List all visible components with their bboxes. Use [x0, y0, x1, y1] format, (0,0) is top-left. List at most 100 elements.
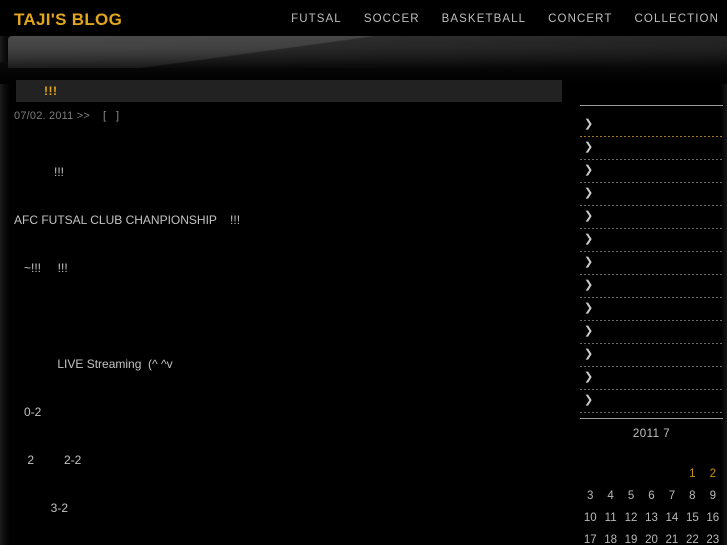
chevron-right-icon: ❯ [584, 210, 594, 222]
calendar-day [641, 467, 661, 482]
sidebar-item[interactable]: ❯ [580, 164, 723, 178]
post-body: !!! AFC FUTSAL CLUB CHANPIONSHIP !!! ~!!… [0, 122, 566, 545]
calendar-day: 4 [607, 490, 614, 502]
calendar-day-linked[interactable]: 1 [682, 467, 702, 482]
sidebar-item[interactable]: ❯ [580, 279, 723, 293]
sidebar-item[interactable]: ❯ [580, 302, 723, 316]
sidebar-item[interactable]: ❯ [580, 233, 723, 247]
sidebar-separator [580, 251, 723, 252]
calendar-day [580, 467, 600, 482]
post-body-line: 3-2 [14, 501, 69, 515]
calendar-weekday [580, 450, 600, 463]
sidebar-separator [580, 136, 723, 137]
post-body-line: LIVE Streaming (^ ^v [14, 357, 173, 371]
sidebar-item[interactable]: ❯ [580, 256, 723, 270]
chevron-right-icon: ❯ [584, 141, 594, 153]
calendar-day: 23 [706, 534, 720, 545]
nav-item-collection[interactable]: COLLECTION [635, 13, 720, 25]
calendar-day-linked[interactable]: 2 [703, 467, 723, 482]
sidebar-item[interactable]: ❯ [580, 394, 723, 408]
calendar-weekday [682, 450, 702, 463]
calendar-day: 7 [668, 490, 676, 502]
calendar-day [621, 467, 641, 482]
nav-item-soccer[interactable]: SOCCER [364, 13, 420, 25]
chevron-right-icon: ❯ [584, 325, 594, 337]
chevron-right-icon: ❯ [584, 371, 594, 383]
chevron-right-icon: ❯ [584, 187, 594, 199]
calendar-grid: 1 2 3 4 5 6 7 8 9 10 11 12 13 14 15 16 1… [580, 463, 723, 545]
post-meta: 07/02. 2011 >> [ ] [0, 102, 566, 122]
sidebar-item[interactable]: ❯ [580, 210, 723, 224]
calendar-day: 15 [685, 512, 699, 524]
chevron-right-icon: ❯ [584, 233, 594, 245]
calendar-weekday [662, 450, 682, 463]
sidebar-separator [580, 228, 723, 229]
sidebar-separator [580, 389, 723, 390]
sidebar-item[interactable]: ❯ [580, 187, 723, 201]
calendar-day: 17 [583, 534, 597, 545]
sidebar-item[interactable]: ❯ [580, 371, 723, 385]
calendar-day: 5 [627, 490, 635, 502]
calendar-weekday [600, 450, 620, 463]
sidebar-separator [580, 343, 723, 344]
calendar-weekday [703, 450, 723, 463]
post-title-bar[interactable]: !!! [16, 80, 562, 102]
calendar-day: 8 [689, 490, 696, 502]
chevron-right-icon: ❯ [584, 118, 594, 130]
post-title[interactable]: !!! [44, 84, 58, 98]
calendar-day [600, 467, 620, 482]
sidebar-separator [580, 320, 723, 321]
calendar-day: 20 [645, 534, 658, 545]
calendar-day: 6 [648, 490, 655, 502]
chevron-right-icon: ❯ [584, 164, 594, 176]
post-body-line [14, 308, 566, 324]
site-logo[interactable]: TAJI'S BLOG [14, 10, 122, 30]
calendar-day [662, 467, 682, 482]
calendar-weekday [621, 450, 641, 463]
sidebar-separator [580, 182, 723, 183]
calendar-day: 22 [685, 534, 699, 545]
calendar-day: 19 [624, 534, 638, 545]
post-body-line: 2 2-2 [14, 453, 82, 467]
chevron-right-icon: ❯ [584, 348, 594, 360]
sidebar-separator [580, 159, 723, 160]
sidebar-item[interactable]: ❯ [580, 141, 723, 155]
calendar-day: 14 [665, 512, 679, 524]
calendar-day: 10 [583, 512, 597, 524]
nav-item-basketball[interactable]: BASKETBALL [442, 13, 527, 25]
calendar-day: 11 [604, 512, 617, 524]
sidebar-top-rule [580, 105, 723, 106]
post-body-line: !!! [14, 165, 65, 179]
calendar-weekday-header [580, 440, 723, 463]
site-header: TAJI'S BLOG FUTSAL SOCCER BASKETBALL CON… [0, 0, 727, 36]
calendar-weekday [641, 450, 661, 463]
header-banner-image [8, 36, 727, 68]
calendar-day: 21 [665, 534, 679, 545]
chevron-right-icon: ❯ [584, 394, 594, 406]
post-body-line: AFC FUTSAL CLUB CHANPIONSHIP !!! [14, 213, 241, 227]
calendar-day: 3 [587, 490, 594, 502]
post-category-tag[interactable]: [ ] [103, 110, 119, 122]
sidebar-item[interactable]: ❯ [580, 325, 723, 339]
sidebar-separator [580, 412, 723, 413]
main-navigation: FUTSAL SOCCER BASKETBALL CONCERT COLLECT… [291, 13, 719, 25]
post-entry: !!! 07/02. 2011 >> [ ] !!! AFC FUTSAL CL… [0, 80, 566, 545]
post-date[interactable]: 07/02. 2011 >> [14, 110, 90, 122]
nav-item-futsal[interactable]: FUTSAL [291, 13, 342, 25]
calendar-day: 16 [706, 512, 720, 524]
sidebar-separator [580, 297, 723, 298]
calendar-day: 13 [645, 512, 658, 524]
sidebar-separator [580, 205, 723, 206]
calendar-day: 12 [624, 512, 638, 524]
calendar-widget: 2011 7 1 2 3 4 5 6 7 8 9 10 11 12 13 14 … [580, 418, 723, 545]
chevron-right-icon: ❯ [584, 256, 594, 268]
calendar-day: 18 [604, 534, 618, 545]
calendar-title: 2011 7 [632, 428, 671, 440]
calendar-day: 9 [709, 490, 716, 502]
chevron-right-icon: ❯ [584, 302, 594, 314]
sidebar-separator [580, 274, 723, 275]
nav-item-concert[interactable]: CONCERT [548, 13, 612, 25]
sidebar-item[interactable]: ❯ [580, 348, 723, 362]
post-body-line: 0-2 [14, 405, 42, 419]
sidebar-item[interactable]: ❯ [580, 118, 723, 132]
